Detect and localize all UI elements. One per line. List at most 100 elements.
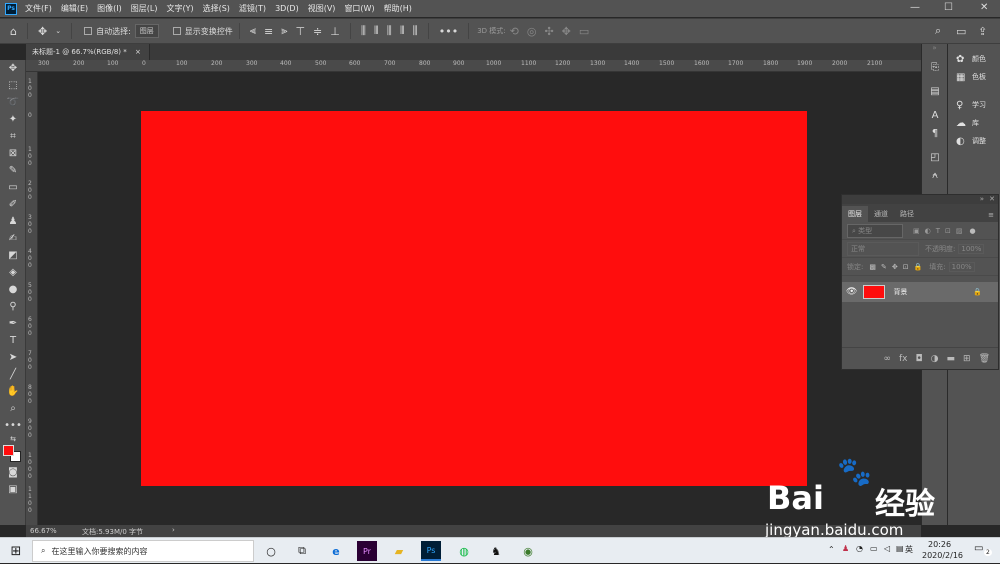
keyboard-icon[interactable]: ▤ bbox=[896, 544, 904, 553]
qq-icon[interactable]: ♞ bbox=[486, 541, 506, 561]
align-center-icon[interactable]: ≡ bbox=[264, 25, 273, 38]
zoom-level[interactable]: 66.67% bbox=[30, 527, 57, 535]
paragraph-panel-icon[interactable]: ¶ bbox=[922, 124, 948, 142]
tab-channels[interactable]: 通道 bbox=[868, 206, 894, 222]
edge-icon[interactable]: e bbox=[326, 541, 346, 561]
magic-wand-tool-icon[interactable]: ✦ bbox=[0, 111, 26, 128]
distribute-left-icon[interactable]: ⦀ bbox=[400, 24, 405, 38]
document-tab[interactable]: 未标题-1 @ 66.7%(RGB/8) * × bbox=[26, 44, 150, 60]
dodge-tool-icon[interactable]: ⚲ bbox=[0, 298, 26, 315]
distribute-right-icon[interactable]: ⫼ bbox=[413, 24, 418, 38]
distribute-top-icon[interactable]: ⫼ bbox=[361, 24, 366, 38]
browser-app-icon[interactable]: ◉ bbox=[518, 541, 538, 561]
menu-file[interactable]: 文件(F) bbox=[25, 3, 52, 14]
path-selection-tool-icon[interactable]: ➤ bbox=[0, 349, 26, 366]
paint-bucket-tool-icon[interactable]: ◈ bbox=[0, 264, 26, 281]
new-group-icon[interactable]: ▬ bbox=[947, 354, 956, 364]
align-right-icon[interactable]: ⫸ bbox=[281, 24, 287, 38]
marquee-tool-icon[interactable]: ⬚ bbox=[0, 77, 26, 94]
distribute-middle-icon[interactable]: ⦀ bbox=[374, 24, 379, 38]
notification-icon[interactable]: ▭ bbox=[974, 543, 983, 554]
menu-image[interactable]: 图像(I) bbox=[97, 3, 122, 14]
blend-mode-dropdown[interactable]: 正常 bbox=[847, 241, 919, 256]
cortana-icon[interactable]: ○ bbox=[261, 541, 281, 561]
character-panel-icon[interactable]: A bbox=[922, 106, 948, 124]
fx-icon[interactable]: fx bbox=[899, 354, 908, 364]
layer-filter-dropdown[interactable]: ⌕ 类型 bbox=[847, 223, 903, 238]
line-tool-icon[interactable]: ╱ bbox=[0, 366, 26, 383]
lock-icons[interactable]: ▩✎✥⊡🔒 bbox=[869, 263, 927, 271]
swatches-panel-button[interactable]: ▦ 色板 bbox=[948, 68, 1000, 86]
share-icon[interactable]: ⇪ bbox=[978, 25, 987, 38]
wechat-icon[interactable]: ◍ bbox=[454, 541, 474, 561]
tray-expand-icon[interactable]: ⌃ bbox=[828, 545, 835, 554]
zoom-tool-icon[interactable]: ⌕ bbox=[0, 400, 26, 417]
search-icon[interactable]: ⌕ bbox=[935, 24, 941, 38]
frame-tool-icon[interactable]: ⊠ bbox=[0, 145, 26, 162]
add-mask-icon[interactable]: ◘ bbox=[916, 354, 923, 364]
filter-toggle-icon[interactable]: ● bbox=[969, 227, 975, 235]
panel-menu-icon[interactable]: ≡ bbox=[988, 211, 994, 219]
workspace-icon[interactable]: ▭ bbox=[956, 25, 966, 38]
maximize-button[interactable]: ☐ bbox=[944, 2, 953, 13]
menu-filter[interactable]: 滤镜(T) bbox=[239, 3, 266, 14]
hand-tool-icon[interactable]: ✋ bbox=[0, 383, 26, 400]
3d-rotate-icon[interactable]: ⟲ bbox=[510, 25, 519, 38]
3d-slide-icon[interactable]: ✥ bbox=[562, 25, 571, 38]
status-menu-arrow[interactable]: › bbox=[172, 526, 175, 534]
move-tool-icon[interactable]: ✥ bbox=[0, 60, 26, 77]
adjustment-layer-icon[interactable]: ◑ bbox=[931, 354, 939, 364]
menu-view[interactable]: 视图(V) bbox=[308, 3, 336, 14]
panel-header[interactable]: » ✕ bbox=[842, 195, 998, 204]
file-explorer-icon[interactable]: ▰ bbox=[389, 541, 409, 561]
clock-time[interactable]: 20:26 bbox=[928, 540, 951, 549]
menu-select[interactable]: 选择(S) bbox=[203, 3, 230, 14]
properties-panel-icon[interactable]: ▤ bbox=[922, 82, 948, 100]
minimize-button[interactable]: — bbox=[910, 2, 920, 13]
color-swatches[interactable] bbox=[0, 444, 26, 464]
clock-date[interactable]: 2020/2/16 bbox=[922, 551, 963, 560]
swap-colors-icon[interactable]: ⇆ bbox=[0, 434, 26, 444]
align-left-icon[interactable]: ⫷ bbox=[250, 24, 256, 38]
tray-app-icon[interactable]: ◔ bbox=[856, 544, 863, 553]
history-brush-tool-icon[interactable]: ✍ bbox=[0, 230, 26, 247]
auto-select-dropdown[interactable]: 图层 bbox=[134, 24, 159, 38]
link-layers-icon[interactable]: ∞ bbox=[884, 354, 892, 364]
type-tool-icon[interactable]: T bbox=[0, 332, 26, 349]
healing-brush-tool-icon[interactable]: ▭ bbox=[0, 179, 26, 196]
align-top-icon[interactable]: ⊤ bbox=[295, 25, 305, 38]
blur-tool-icon[interactable]: ● bbox=[0, 281, 26, 298]
adjustments-panel-button[interactable]: ◐ 调整 bbox=[948, 132, 1000, 150]
shapes-panel-icon[interactable]: ◰ bbox=[922, 148, 948, 166]
tab-paths[interactable]: 路径 bbox=[894, 206, 920, 222]
quick-mask-icon[interactable]: ◙ bbox=[0, 464, 26, 481]
lasso-tool-icon[interactable]: ➰ bbox=[0, 94, 26, 111]
close-window-button[interactable]: ✕ bbox=[980, 2, 988, 13]
glyphs-panel-icon[interactable]: ⍲ bbox=[922, 166, 948, 184]
ime-indicator[interactable]: 英 bbox=[905, 544, 913, 555]
menu-layer[interactable]: 图层(L) bbox=[131, 3, 158, 14]
close-panel-icon[interactable]: ✕ bbox=[989, 195, 995, 203]
auto-select-checkbox[interactable] bbox=[84, 27, 93, 35]
eraser-tool-icon[interactable]: ◩ bbox=[0, 247, 26, 264]
crop-tool-icon[interactable]: ⌗ bbox=[0, 128, 26, 145]
task-view-icon[interactable]: ⧉ bbox=[292, 541, 312, 561]
eyedropper-tool-icon[interactable]: ✎ bbox=[0, 162, 26, 179]
menu-type[interactable]: 文字(Y) bbox=[166, 3, 193, 14]
more-options-button[interactable]: ••• bbox=[439, 25, 458, 38]
collapse-panel-icon[interactable]: » bbox=[980, 195, 984, 203]
distribute-bottom-icon[interactable]: ⫼ bbox=[387, 24, 392, 38]
menu-3d[interactable]: 3D(D) bbox=[275, 4, 299, 13]
3d-scale-icon[interactable]: ▭ bbox=[579, 25, 589, 38]
move-tool-icon[interactable]: ✥ bbox=[38, 25, 47, 38]
trash-icon[interactable]: 🗑 bbox=[979, 354, 990, 364]
windows-start-icon[interactable]: ⊞ bbox=[0, 538, 32, 564]
new-layer-icon[interactable]: ⊞ bbox=[963, 354, 971, 364]
clone-stamp-tool-icon[interactable]: ♟ bbox=[0, 213, 26, 230]
layer-row-background[interactable]: 👁 背景 🔒 bbox=[842, 282, 998, 302]
screen-mode-icon[interactable]: ▣ bbox=[0, 481, 26, 498]
color-panel-button[interactable]: ✿ 颜色 bbox=[948, 50, 1000, 68]
home-icon[interactable]: ⌂ bbox=[10, 25, 17, 38]
learn-panel-button[interactable]: ♀ 学习 bbox=[948, 96, 1000, 114]
foreground-color-swatch[interactable] bbox=[3, 445, 14, 456]
